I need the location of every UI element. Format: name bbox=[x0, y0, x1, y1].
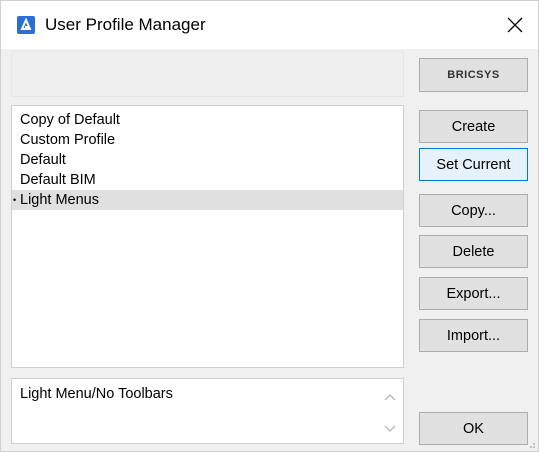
header-banner bbox=[11, 51, 404, 97]
bricsys-logo-button[interactable]: BRICSYS bbox=[419, 58, 528, 92]
bricscad-app-icon bbox=[17, 16, 35, 34]
current-profile-marker: • bbox=[13, 195, 17, 205]
list-item-label: Custom Profile bbox=[20, 132, 116, 148]
copy-button[interactable]: Copy... bbox=[419, 194, 528, 227]
scroll-up-button[interactable] bbox=[383, 391, 397, 403]
import-button[interactable]: Import... bbox=[419, 319, 528, 352]
list-item-label: Default bbox=[20, 152, 66, 168]
list-item-default-bim[interactable]: Default BIM bbox=[12, 170, 403, 190]
user-profile-manager-dialog: User Profile Manager BRICSYS Copy of Def… bbox=[0, 0, 539, 452]
export-button[interactable]: Export... bbox=[419, 277, 528, 310]
chevron-down-icon bbox=[384, 425, 396, 432]
close-button[interactable] bbox=[492, 1, 538, 49]
profile-description-text: Light Menu/No Toolbars bbox=[20, 386, 173, 402]
create-button[interactable]: Create bbox=[419, 110, 528, 143]
profile-list[interactable]: Copy of Default Custom Profile Default D… bbox=[11, 105, 404, 368]
scroll-down-button[interactable] bbox=[383, 423, 397, 435]
list-item-label: Copy of Default bbox=[20, 112, 120, 128]
profile-description-box[interactable]: Light Menu/No Toolbars bbox=[11, 378, 404, 444]
set-current-button[interactable]: Set Current bbox=[419, 148, 528, 181]
list-item-default[interactable]: Default bbox=[12, 150, 403, 170]
delete-button[interactable]: Delete bbox=[419, 235, 528, 268]
title-bar: User Profile Manager bbox=[1, 1, 538, 49]
list-item-custom-profile[interactable]: Custom Profile bbox=[12, 130, 403, 150]
list-item-light-menus[interactable]: • Light Menus bbox=[12, 190, 403, 210]
close-icon bbox=[507, 17, 523, 33]
chevron-up-icon bbox=[384, 394, 396, 401]
window-title: User Profile Manager bbox=[45, 15, 206, 34]
list-item-copy-of-default[interactable]: Copy of Default bbox=[12, 110, 403, 130]
resize-grip-icon[interactable] bbox=[526, 439, 536, 449]
list-item-label: Default BIM bbox=[20, 172, 96, 188]
list-item-label: Light Menus bbox=[20, 192, 99, 208]
ok-button[interactable]: OK bbox=[419, 412, 528, 445]
